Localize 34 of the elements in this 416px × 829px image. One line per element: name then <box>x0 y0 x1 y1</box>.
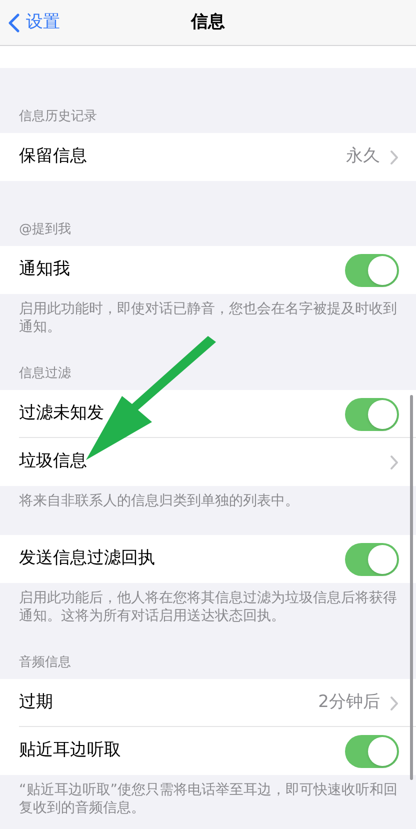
chevron-icon <box>390 696 399 710</box>
section-footer: “贴近耳边听取”使您只需将电话举至耳边，即可快速收听和回复收到的音频信息。 <box>19 781 402 817</box>
row-label: 过期 <box>19 691 54 714</box>
window-title: 信息 <box>191 10 225 34</box>
row-label: 通知我 <box>19 258 71 282</box>
toggle-switch[interactable] <box>345 398 399 430</box>
section-footer: 将来自非联系人的信息归类到单独的列表中。 <box>19 492 402 510</box>
row-label: 保留信息 <box>19 145 88 168</box>
toggle-switch[interactable] <box>345 254 399 286</box>
settings-row[interactable]: 过期 2分钟后 <box>0 679 416 727</box>
section-footer: 启用此功能后，他人将在您将其信息过滤为垃圾信息后将获得通知。这将为所有对话启用送达状态回执。 <box>19 589 402 625</box>
row-label: 过滤未知发 <box>19 402 105 426</box>
toggle-switch[interactable] <box>345 734 399 768</box>
chevron-icon <box>390 454 399 470</box>
chevron-icon <box>390 150 399 164</box>
section-footer: 启用此功能时，即使对话已静音，您也会在名字被提及时收到通知。 <box>19 300 402 336</box>
row-value: 2分钟后 <box>318 691 380 714</box>
row-value: 永久 <box>346 145 380 168</box>
row-label: 贴近耳边听取 <box>19 739 122 762</box>
settings-row[interactable]: 贴近耳边听取 <box>0 727 416 775</box>
section-header: 信息过滤 <box>19 366 71 381</box>
section-header: 音频信息 <box>19 655 71 670</box>
settings-row[interactable]: 保留信息 永久 <box>0 133 416 181</box>
settings-row[interactable]: 通知我 <box>0 246 416 294</box>
settings-row[interactable]: 过滤未知发 <box>0 390 416 438</box>
settings-row[interactable]: 垃圾信息 <box>0 438 416 486</box>
back-button[interactable]: 设置 <box>8 10 60 36</box>
row-label: 发送信息过滤回执 <box>19 547 156 570</box>
back-chevron-icon <box>8 12 20 32</box>
settings-row[interactable]: 发送信息过滤回执 <box>0 535 416 583</box>
section-header: @提到我 <box>19 222 71 237</box>
section-header: 信息历史记录 <box>19 109 97 124</box>
row-label: 垃圾信息 <box>19 450 88 474</box>
toggle-switch[interactable] <box>345 542 399 576</box>
